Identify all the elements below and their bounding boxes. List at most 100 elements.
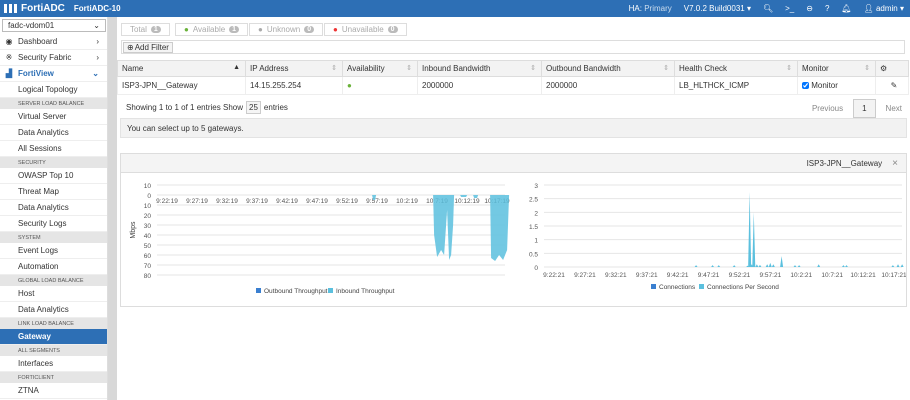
cps-spike [841, 265, 845, 267]
status-unknown[interactable]: ● Unknown 0 [249, 23, 324, 36]
sidebar-item-data-analytics[interactable]: Data Analytics [0, 200, 107, 216]
vdom-select[interactable]: fadc-vdom01 ⌄ [2, 19, 106, 32]
y-tick-label: 0 [147, 193, 151, 200]
col-inbound[interactable]: Inbound Bandwidth ⇕ [417, 60, 542, 77]
sidebar-item-automation[interactable]: Automation [0, 259, 107, 275]
cell-outbound: 2000000 [541, 76, 675, 95]
sidebar-item-security-logs[interactable]: Security Logs [0, 216, 107, 232]
cps-spike [780, 256, 784, 267]
y-tick-label: 0.5 [529, 251, 538, 258]
col-health-check[interactable]: Health Check ⇕ [674, 60, 798, 77]
legend-label: Outbound Throughput [264, 288, 328, 295]
legend-label: Inbound Throughput [336, 288, 395, 295]
connections-chart: 3 2.5 2 1.5 1 0.5 0 9:22:21 9:27:21 9:32:21 9:37:2… [529, 183, 906, 291]
previous-button[interactable]: Previous [812, 104, 843, 113]
status-unavailable[interactable]: ● Unavailable 0 [324, 23, 407, 36]
section-server-load-balance: SERVER LOAD BALANCE [0, 98, 107, 109]
sidebar-item-data-analytics[interactable]: Data Analytics [0, 302, 107, 318]
cps-spike [771, 264, 775, 267]
col-outbound[interactable]: Outbound Bandwidth ⇕ [541, 60, 675, 77]
y-tick-label: 10 [144, 183, 152, 190]
section-system: SYSTEM [0, 232, 107, 243]
help-icon[interactable]: ? [825, 4, 829, 13]
logout-icon[interactable]: ⊖ [806, 4, 813, 13]
add-filter-button[interactable]: ⊕ Add Filter [123, 42, 173, 53]
sidebar-item-ztna[interactable]: ZTNA [0, 383, 107, 399]
sidebar-item-gateway[interactable]: Gateway [0, 329, 107, 345]
legend-swatch-1-0 [651, 284, 656, 289]
sidebar-item-label: Data Analytics [18, 305, 69, 314]
x-tick-label: 9:22:21 [543, 272, 565, 279]
sidebar-item-interfaces[interactable]: Interfaces [0, 356, 107, 372]
status-total[interactable]: Total 1 [121, 23, 170, 36]
legend-swatch-1-1 [699, 284, 704, 289]
column-settings-icon[interactable]: ⚙ [875, 60, 909, 77]
y-tick-label: 30 [144, 223, 152, 230]
panel-title: ISP3-JPN__Gateway [806, 158, 883, 168]
cli-console-icon[interactable]: >_ [785, 4, 794, 13]
close-icon[interactable]: × [892, 158, 898, 169]
page-1-button[interactable]: 1 [853, 99, 876, 118]
chevron-down-icon: ⌄ [93, 21, 100, 30]
table-row[interactable]: ISP3-JPN__Gateway 14.15.255.254 ● 200000… [117, 76, 909, 95]
user-menu[interactable]: 👤︎ admin ▾ [864, 4, 904, 13]
sidebar-item-label: Logical Topology [18, 85, 78, 94]
next-button[interactable]: Next [886, 104, 902, 113]
sidebar-item-all-sessions[interactable]: All Sessions [0, 141, 107, 157]
legend-swatch-0-0 [256, 288, 261, 293]
search-icon[interactable]: 🔍︎ [763, 4, 773, 13]
sidebar-item-label: Interfaces [18, 359, 54, 368]
monitor-checkbox[interactable] [802, 82, 809, 90]
check-circle-icon: ● [184, 25, 189, 34]
version-dropdown[interactable]: V7.0.2 Build0031 ▾ [684, 4, 751, 13]
sidebar-item-data-analytics[interactable]: Data Analytics [0, 125, 107, 141]
x-tick-label: 9:52:21 [729, 272, 751, 279]
sidebar-item-fortiview[interactable]: ▟ FortiView ⌄ [0, 66, 107, 82]
sidebar-item-owasp-top-10[interactable]: OWASP Top 10 [0, 168, 107, 184]
x-tick-label: 9:27:21 [574, 272, 596, 279]
x-tick-label: 10:2:19 [396, 198, 418, 205]
col-ip[interactable]: IP Address ⇕ [245, 60, 343, 77]
chart-icon: ▟ [5, 69, 13, 78]
sidebar-item-label: OWASP Top 10 [18, 171, 74, 180]
sidebar-item-virtual-server[interactable]: Virtual Server [0, 109, 107, 125]
sidebar-item-logical-topology[interactable]: Logical Topology [0, 82, 107, 98]
fabric-icon: ※ [5, 53, 13, 62]
sidebar-scrollbar[interactable] [108, 17, 117, 400]
cps-spike [891, 265, 895, 267]
x-tick-label: 10:12:19 [454, 198, 480, 205]
status-available[interactable]: ● Available 1 [175, 23, 249, 36]
sidebar-item-label: SYSTEM [18, 234, 41, 241]
sidebar-item-security-fabric[interactable]: ※ Security Fabric › [0, 50, 107, 66]
bell-icon[interactable]: 🔔︎ [841, 4, 851, 13]
col-name[interactable]: Name ▲ [117, 60, 246, 77]
sidebar-item-label: All Sessions [18, 144, 62, 153]
ha-status: HA: Primary [628, 4, 672, 13]
cps-spike [711, 265, 715, 267]
filter-bar[interactable]: ⊕ Add Filter [121, 40, 905, 54]
y-tick-label: 1 [534, 238, 538, 245]
sidebar-item-host[interactable]: Host [0, 286, 107, 302]
sidebar-item-dashboard[interactable]: ◉ Dashboard › [0, 34, 107, 50]
page-size-select[interactable]: 25 [246, 101, 261, 114]
sidebar-item-event-logs[interactable]: Event Logs [0, 243, 107, 259]
section-security: SECURITY [0, 157, 107, 168]
sidebar-item-threat-map[interactable]: Threat Map [0, 184, 107, 200]
pagination: Previous 1 Next [812, 99, 902, 118]
edit-pencil-icon[interactable]: ✎ [875, 76, 909, 95]
sidebar-item-label: FortiView [18, 69, 54, 78]
sidebar-item-label: Event Logs [18, 246, 59, 255]
legend-label: Connections [659, 284, 696, 291]
cps-spike [900, 264, 904, 267]
cell-monitor[interactable]: Monitor [797, 76, 876, 95]
fortinet-logo-icon [4, 4, 17, 13]
brand-logo[interactable]: FortiADC FortiADC-10 [0, 3, 121, 14]
cell-inbound: 2000000 [417, 76, 542, 95]
col-monitor[interactable]: Monitor ⇕ [797, 60, 876, 77]
cps-spike [793, 265, 797, 267]
y-tick-label: 40 [144, 233, 152, 240]
col-availability[interactable]: Availability ⇕ [342, 60, 418, 77]
y-axis-label: Mbps [130, 221, 137, 239]
sidebar-item-label: ZTNA [18, 386, 39, 395]
x-tick-label: 9:32:21 [605, 272, 627, 279]
